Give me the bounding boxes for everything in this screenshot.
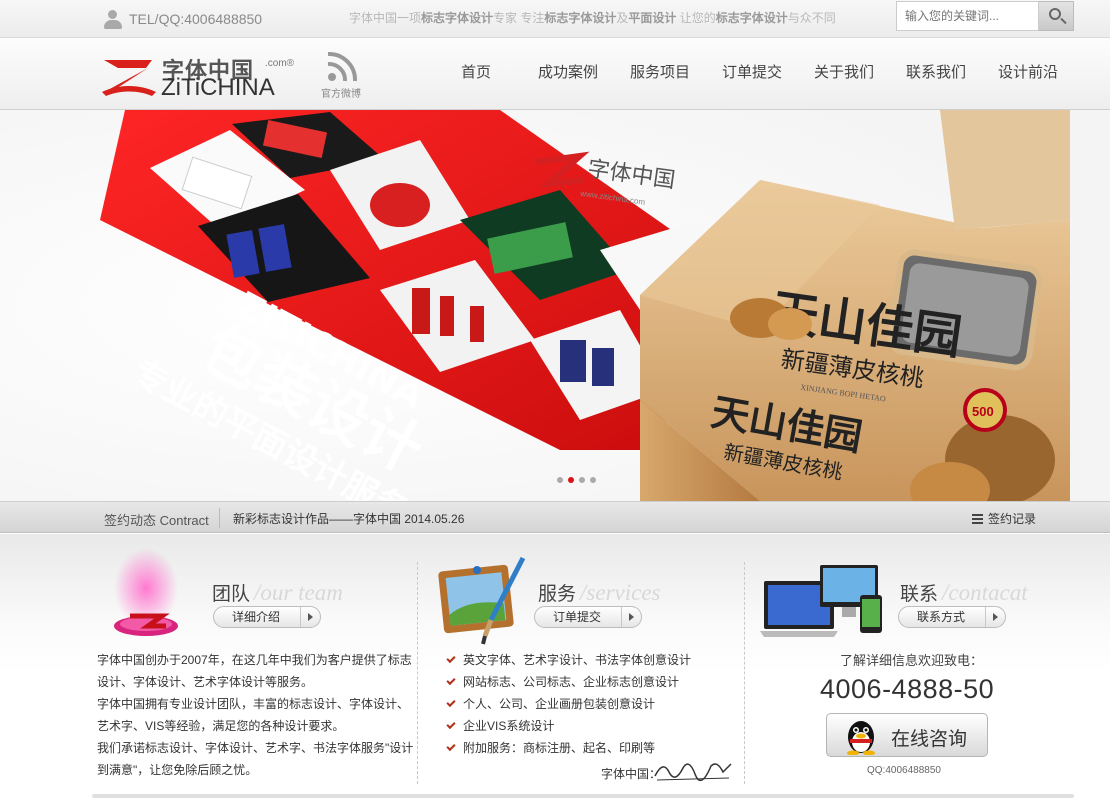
services-title: 服务/services <box>538 579 660 606</box>
logo-z-icon <box>102 60 156 96</box>
team-paragraph: 字体中国创办于2007年，在这几年中我们为客户提供了标志设计、字体设计、艺术字体… <box>97 653 412 689</box>
search-icon <box>1049 8 1061 20</box>
slogan-segment: 平面设计 <box>628 11 677 25</box>
service-item: 网站标志、公司标志、企业标志创意设计 <box>445 671 691 693</box>
weibo-label: 官方微博 <box>321 89 361 100</box>
nav-order[interactable]: 订单提交 <box>706 62 798 84</box>
nav-cases[interactable]: 成功案例 <box>522 62 614 84</box>
slide-dots <box>557 477 596 483</box>
handwritten-signature <box>654 763 732 782</box>
services-title-cn: 服务 <box>538 584 577 605</box>
logo-text-com: .com® <box>265 58 295 69</box>
team-title-en: /our team <box>254 580 343 605</box>
contact-title-cn: 联系 <box>900 584 939 605</box>
slogan-segment: 标志字体设计 <box>421 11 494 25</box>
picture-brush-icon <box>438 556 526 645</box>
slogan-segment: 字体中国一项 <box>349 11 422 25</box>
services-title-en: /services <box>580 580 661 605</box>
header: 字体中国 .com® ZiTiCHINA 官方微博 首页 成功案例 服务项目 订… <box>0 38 1110 110</box>
team-paragraph: 我们承诺标志设计、字体设计、艺术字、书法字体服务"设计到满意"，让您免除后顾之忧… <box>97 741 414 777</box>
slogan-segment: 专家 专注 <box>493 11 545 25</box>
team-description: 字体中国创办于2007年，在这几年中我们为客户提供了标志设计、字体设计、艺术字体… <box>97 649 415 781</box>
arrow-right-icon <box>985 607 1005 627</box>
service-item: 个人、公司、企业画册包装创意设计 <box>445 693 691 715</box>
person-icon <box>103 9 123 29</box>
contract-record-link[interactable]: 签约记录 <box>972 510 1036 527</box>
devices-icon <box>760 565 882 637</box>
slogan-segment: 及 <box>616 11 629 25</box>
bottom-sections: 团队/our team 详细介绍 字体中国创办于2007年，在这几年中我们为客户… <box>0 534 1110 798</box>
slogan-segment: 标志字体设计 <box>544 11 617 25</box>
banner-product-badge: 500 <box>972 404 994 419</box>
nav-home[interactable]: 首页 <box>430 62 522 84</box>
contact-phone: 4006-4888-50 <box>820 674 995 704</box>
qq-penguin-icon <box>847 721 875 755</box>
signature-label: 字体中国： <box>601 767 662 781</box>
slogan-segment: 让您的 <box>676 11 716 25</box>
team-glow-logo-icon <box>114 548 178 636</box>
order-submit-label: 订单提交 <box>553 610 602 624</box>
slide-dot[interactable] <box>568 477 574 483</box>
team-title: 团队/our team <box>212 579 343 606</box>
team-detail-button[interactable]: 详细介绍 <box>213 606 321 628</box>
contact-method-button[interactable]: 联系方式 <box>898 606 1006 628</box>
site-logo[interactable]: 字体中国 .com® ZiTiCHINA <box>100 52 305 101</box>
footer-divider <box>92 794 1074 798</box>
contract-record-label: 签约记录 <box>988 512 1037 526</box>
service-item: 企业VIS系统设计 <box>445 715 691 737</box>
list-icon <box>972 513 983 524</box>
slide-dot[interactable] <box>590 477 596 483</box>
search-button[interactable] <box>1039 1 1074 31</box>
contact-tel: TEL/QQ:4006488850 <box>103 9 262 29</box>
main-nav: 首页 成功案例 服务项目 订单提交 关于我们 联系我们 设计前沿 <box>430 62 1074 84</box>
slide-dot[interactable] <box>557 477 563 483</box>
team-paragraph: 字体中国拥有专业设计团队，丰富的标志设计、字体设计、艺术字、VIS等经验，满足您… <box>97 697 410 733</box>
nav-about[interactable]: 关于我们 <box>798 62 890 84</box>
column-divider <box>744 562 745 784</box>
top-slogan: 字体中国一项标志字体设计专家 专注标志字体设计及平面设计 让您的标志字体设计与众… <box>349 9 836 26</box>
tel-text: TEL/QQ:4006488850 <box>129 11 263 27</box>
search-input[interactable] <box>896 1 1039 31</box>
team-title-cn: 团队 <box>212 584 251 605</box>
contact-qq: QQ:4006488850 <box>867 765 941 776</box>
top-bar: TEL/QQ:4006488850 字体中国一项标志字体设计专家 专注标志字体设… <box>0 0 1110 38</box>
online-consult-button[interactable]: 在线咨询 <box>826 713 988 757</box>
contract-news-item[interactable]: 新彩标志设计作品——字体中国 2014.05.26 <box>233 510 464 527</box>
arrow-right-icon <box>621 607 641 627</box>
contract-news-bar: 签约动态 Contract 新彩标志设计作品——字体中国 2014.05.26 … <box>0 501 1110 533</box>
arrow-right-icon <box>300 607 320 627</box>
nav-services[interactable]: 服务项目 <box>614 62 706 84</box>
nav-frontier[interactable]: 设计前沿 <box>982 62 1074 84</box>
services-list: 英文字体、艺术字设计、书法字体创意设计 网站标志、公司标志、企业标志创意设计 个… <box>445 649 691 759</box>
column-divider <box>417 562 418 784</box>
contact-title: 联系/contacat <box>900 579 1028 606</box>
nav-contact[interactable]: 联系我们 <box>890 62 982 84</box>
slogan-segment: 标志字体设计 <box>715 11 788 25</box>
divider <box>219 508 220 528</box>
service-item: 英文字体、艺术字设计、书法字体创意设计 <box>445 649 691 671</box>
official-weibo-link[interactable]: 官方微博 <box>318 50 364 100</box>
team-detail-label: 详细介绍 <box>232 610 281 624</box>
order-submit-button[interactable]: 订单提交 <box>534 606 642 628</box>
slogan-segment: 与众不同 <box>787 11 836 25</box>
contact-title-en: /contacat <box>942 580 1028 605</box>
online-consult-label: 在线咨询 <box>891 729 968 750</box>
slide-dot[interactable] <box>579 477 585 483</box>
hero-banner[interactable]: 字体中国 www.zitichina.com ZITICHINA 包装设计 专业… <box>0 110 1110 501</box>
contact-method-label: 联系方式 <box>917 610 966 624</box>
rss-icon <box>327 51 358 82</box>
contact-intro: 了解详细信息欢迎致电： <box>840 653 984 668</box>
banner-image: 字体中国 www.zitichina.com ZITICHINA 包装设计 专业… <box>0 110 1110 501</box>
contract-label: 签约动态 Contract <box>104 513 209 528</box>
logo-text-en: ZiTiCHINA <box>161 74 275 101</box>
